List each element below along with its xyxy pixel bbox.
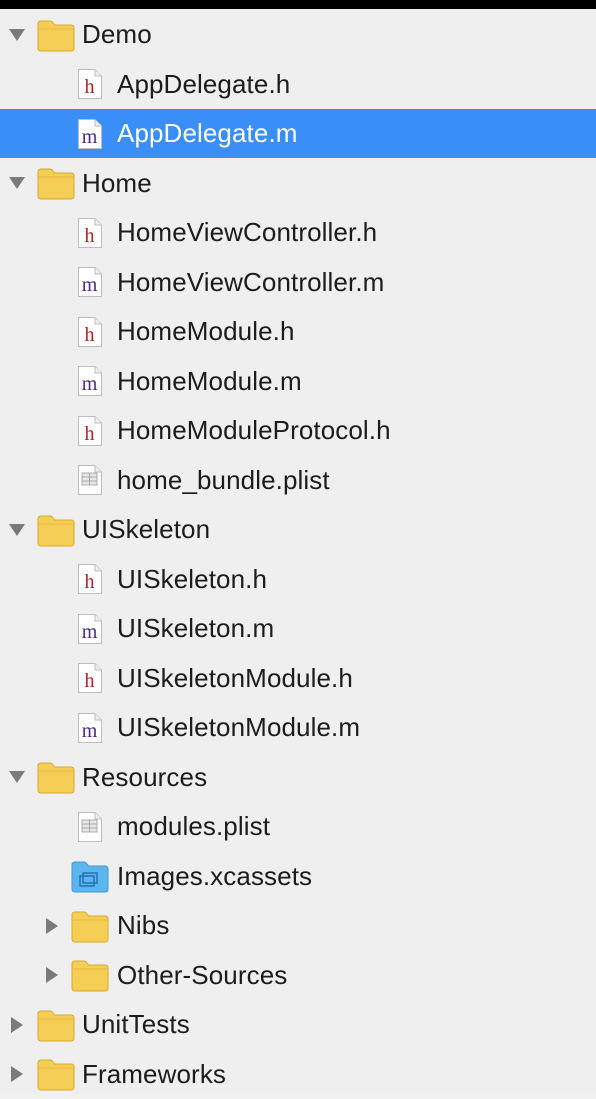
header-file-icon: h — [77, 68, 103, 100]
svg-text:h: h — [85, 324, 95, 346]
folder-row-nibs[interactable]: Nibs — [0, 901, 596, 950]
folder-row-home[interactable]: Home — [0, 159, 596, 208]
folder-icon — [36, 513, 76, 547]
header-file-icon: h — [77, 316, 103, 348]
implementation-file-icon: m — [77, 118, 103, 150]
folder-row-frameworks[interactable]: Frameworks — [0, 1050, 596, 1099]
disclosure-triangle-collapsed-icon[interactable] — [40, 963, 64, 987]
folder-row-unittests[interactable]: UnitTests — [0, 1000, 596, 1049]
item-label: HomeModule.m — [117, 365, 302, 396]
item-label: Frameworks — [82, 1058, 227, 1089]
asset-catalog-icon — [70, 859, 110, 893]
item-label: Images.xcassets — [117, 860, 313, 891]
item-label: AppDelegate.m — [117, 118, 298, 148]
folder-row-uiskeleton[interactable]: UISkeleton — [0, 505, 596, 554]
folder-icon — [36, 760, 76, 794]
implementation-file-icon: m — [77, 613, 103, 645]
disclosure-triangle-expanded-icon[interactable] — [5, 765, 29, 789]
svg-text:h: h — [85, 423, 95, 445]
folder-row-images-xcassets[interactable]: Images.xcassets — [0, 852, 596, 901]
implementation-file-icon: m — [77, 266, 103, 298]
disclosure-triangle-expanded-icon[interactable] — [5, 171, 29, 195]
header-file-icon: h — [77, 415, 103, 447]
plist-file-icon — [77, 811, 103, 843]
item-label: Other-Sources — [117, 959, 288, 990]
svg-text:m: m — [82, 373, 98, 395]
disclosure-triangle-expanded-icon[interactable] — [5, 23, 29, 47]
file-row-uiskeleton-h[interactable]: h UISkeleton.h — [0, 555, 596, 604]
disclosure-triangle-expanded-icon[interactable] — [5, 518, 29, 542]
implementation-file-icon: m — [77, 365, 103, 397]
file-row-uiskeletonmodule-h[interactable]: h UISkeletonModule.h — [0, 654, 596, 703]
item-label: Demo — [82, 19, 152, 49]
file-row-homemodule-m[interactable]: m HomeModule.m — [0, 357, 596, 406]
svg-text:m: m — [82, 621, 98, 643]
item-label: UnitTests — [82, 1009, 190, 1039]
plist-file-icon — [77, 464, 103, 496]
implementation-file-icon: m — [77, 712, 103, 744]
folder-icon — [36, 1057, 76, 1091]
svg-text:h: h — [85, 76, 95, 98]
file-row-uiskeleton-m[interactable]: m UISkeleton.m — [0, 604, 596, 653]
svg-text:h: h — [85, 670, 95, 692]
item-label: HomeModuleProtocol.h — [117, 415, 391, 445]
item-label: HomeModule.h — [117, 316, 295, 346]
file-row-appdelegate-h[interactable]: h AppDelegate.h — [0, 60, 596, 109]
folder-icon — [36, 18, 76, 52]
svg-text:m: m — [82, 720, 98, 742]
item-label: HomeViewController.h — [117, 217, 378, 247]
item-label: AppDelegate.h — [117, 68, 291, 99]
folder-icon — [36, 1008, 76, 1042]
item-label: UISkeletonModule.m — [117, 712, 361, 742]
file-row-homemoduleprotocol-h[interactable]: h HomeModuleProtocol.h — [0, 406, 596, 455]
header-file-icon: h — [77, 563, 103, 595]
file-row-modules-plist[interactable]: modules.plist — [0, 802, 596, 851]
item-label: Home — [82, 167, 152, 198]
svg-text:m: m — [82, 126, 98, 148]
file-row-home-bundle-plist[interactable]: home_bundle.plist — [0, 456, 596, 505]
header-file-icon: h — [77, 217, 103, 249]
svg-text:h: h — [85, 571, 95, 593]
disclosure-triangle-collapsed-icon[interactable] — [40, 914, 64, 938]
project-navigator: Demo h AppDelegate.h m AppDelegate.m Hom… — [0, 9, 596, 1092]
item-label: modules.plist — [117, 811, 271, 841]
item-label: home_bundle.plist — [117, 464, 330, 495]
disclosure-triangle-collapsed-icon[interactable] — [5, 1013, 29, 1037]
file-row-appdelegate-m[interactable]: m AppDelegate.m — [0, 109, 596, 158]
folder-icon — [70, 958, 110, 992]
file-row-homeviewcontroller-h[interactable]: h HomeViewController.h — [0, 208, 596, 257]
disclosure-triangle-collapsed-icon[interactable] — [5, 1062, 29, 1086]
svg-text:m: m — [82, 274, 98, 296]
folder-row-resources[interactable]: Resources — [0, 753, 596, 802]
item-label: UISkeleton — [82, 514, 211, 544]
folder-icon — [70, 909, 110, 943]
file-row-homemodule-h[interactable]: h HomeModule.h — [0, 307, 596, 356]
header-file-icon: h — [77, 662, 103, 694]
folder-row-demo[interactable]: Demo — [0, 10, 596, 59]
item-label: UISkeleton.h — [117, 563, 268, 594]
svg-text:h: h — [85, 225, 95, 247]
item-label: UISkeleton.m — [117, 613, 275, 643]
item-label: Nibs — [117, 910, 170, 940]
item-label: Resources — [82, 761, 208, 792]
item-label: HomeViewController.m — [117, 266, 385, 297]
folder-icon — [36, 166, 76, 200]
window-top-edge — [0, 0, 596, 9]
file-row-uiskeletonmodule-m[interactable]: m UISkeletonModule.m — [0, 703, 596, 752]
folder-row-other-sources[interactable]: Other-Sources — [0, 951, 596, 1000]
file-row-homeviewcontroller-m[interactable]: m HomeViewController.m — [0, 258, 596, 307]
item-label: UISkeletonModule.h — [117, 662, 353, 693]
